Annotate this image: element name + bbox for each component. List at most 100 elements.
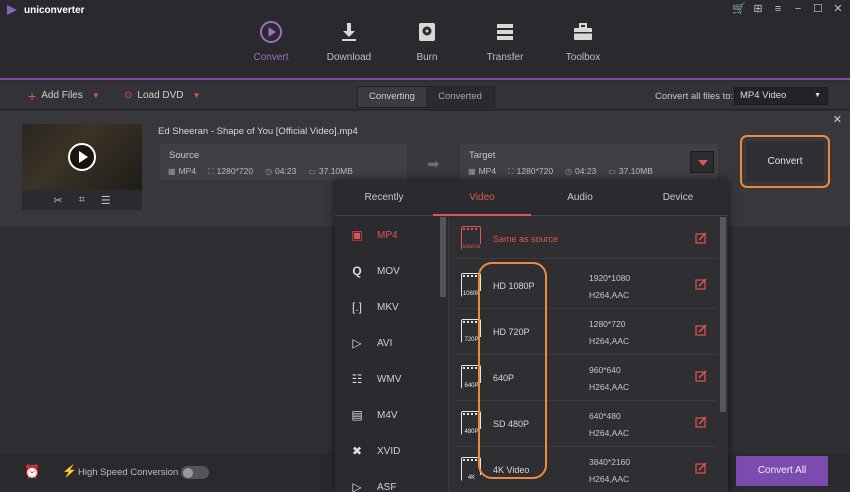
format-list: ▣ MP4 Q MOV [.] MKV ▷ AVI ☷ WMV ▤ M4V ✖ … [335, 217, 447, 492]
preset-resolution: 960*640 [589, 365, 621, 375]
tab-converting[interactable]: Converting [358, 87, 426, 107]
arrow-right-icon: ➡ [427, 156, 440, 173]
format-item-xvid[interactable]: ✖ XVID [335, 433, 447, 469]
preset-resolution: 1280*720 [589, 319, 626, 329]
edit-icon[interactable] [695, 232, 707, 244]
tab-converted[interactable]: Converted [426, 87, 494, 107]
trim-icon[interactable]: ✂ [53, 194, 62, 207]
nav-convert[interactable]: Convert [232, 20, 310, 63]
resolution-icon: ⛶ [208, 167, 214, 176]
logo-icon [7, 5, 17, 15]
convert-button[interactable]: Convert [746, 141, 824, 182]
close-window-icon[interactable]: ✕ [832, 2, 844, 16]
convert-all-to-label: Convert all files to: [655, 91, 734, 102]
preset-4k-video[interactable]: 4K 4K Video 3840*2160 H264,AAC [455, 447, 717, 492]
dvd-icon: ⊙ [124, 90, 133, 101]
brackets-icon: [.] [351, 300, 362, 314]
play-button[interactable] [68, 143, 96, 171]
adjust-icon[interactable]: ☰ [101, 194, 111, 207]
menu-icon[interactable]: ≡ [772, 2, 784, 16]
m4v-icon: ▤ [351, 408, 363, 422]
format-item-mkv[interactable]: [.] MKV [335, 289, 447, 325]
format-item-wmv[interactable]: ☷ WMV [335, 361, 447, 397]
nav-burn[interactable]: Burn [388, 20, 466, 63]
title-bar: uniconverter 🛒 ⊞ ≡ − ☐ ✕ Convert Downloa… [0, 0, 850, 80]
edit-icon[interactable] [695, 416, 707, 428]
preset-640p[interactable]: 640P 640P 960*640 H264,AAC [455, 355, 717, 401]
target-format: MP4 [478, 166, 497, 176]
main-nav: Convert Download Burn Transfer Toolbox [232, 20, 622, 63]
preset-name: SD 480P [493, 419, 530, 429]
target-format-dropdown[interactable] [690, 151, 714, 173]
format-item-mp4[interactable]: ▣ MP4 [335, 217, 447, 253]
format-list-scrollbar[interactable] [440, 217, 446, 297]
tab-device[interactable]: Device [629, 180, 727, 215]
account-icon[interactable]: ⊞ [752, 2, 764, 16]
tab-video[interactable]: Video [433, 180, 531, 216]
edit-tools: ✂ ⌗ ☰ [22, 190, 142, 210]
preset-sd-480p[interactable]: 480P SD 480P 640*480 H264,AAC [455, 401, 717, 447]
cart-icon[interactable]: 🛒 [732, 2, 746, 16]
load-dvd-button[interactable]: ⊙ Load DVD ▼ [124, 90, 200, 101]
video-thumbnail[interactable] [22, 124, 142, 190]
crop-icon[interactable]: ⌗ [79, 194, 85, 207]
source-size: 37.10MB [318, 166, 353, 176]
format-label: MOV [377, 265, 400, 277]
alarm-clock-icon[interactable]: ⏰ [24, 464, 40, 480]
target-info: Target ▦ MP4 ⛶ 1280*720 ◷ 04:23 ▭ 37.10MB [460, 144, 718, 180]
film-strip-icon: ▣ [351, 228, 363, 242]
nav-transfer[interactable]: Transfer [466, 20, 544, 63]
nav-download-label: Download [326, 52, 372, 63]
high-speed-toggle[interactable] [181, 466, 209, 479]
video-preset-icon: 1080P [461, 273, 481, 297]
clock-icon: ◷ [565, 167, 573, 176]
preset-hd-720p[interactable]: 720P HD 720P 1280*720 H264,AAC [455, 309, 717, 355]
format-item-mov[interactable]: Q MOV [335, 253, 447, 289]
resolution-icon: ⛶ [508, 167, 514, 176]
video-preset-icon: 4K [461, 457, 481, 481]
status-tabs: Converting Converted [357, 86, 495, 108]
quicktime-icon: Q [352, 264, 362, 278]
edit-icon[interactable] [695, 278, 707, 290]
target-label: Target [469, 150, 496, 161]
format-label: XVID [377, 445, 401, 457]
format-item-asf[interactable]: ▷ ASF [335, 469, 447, 492]
edit-icon[interactable] [695, 462, 707, 474]
format-popup: Recently Video Audio Device ▣ MP4 Q MOV … [335, 180, 728, 492]
format-label: MP4 [377, 229, 398, 241]
convert-button-highlight: Convert [740, 135, 830, 188]
play-circle-icon: ▷ [352, 336, 362, 350]
tab-recently[interactable]: Recently [335, 180, 433, 215]
plus-icon: + [28, 87, 37, 104]
preset-hd-1080p[interactable]: 1080P HD 1080P 1920*1080 H264,AAC [455, 263, 717, 309]
add-files-button[interactable]: + Add Files ▼ [28, 87, 100, 104]
high-speed-label: High Speed Conversion [78, 467, 179, 478]
maximize-icon[interactable]: ☐ [812, 2, 824, 16]
output-format-select[interactable]: MP4 Video ▼ [734, 87, 828, 105]
chevron-down-icon: ▼ [814, 92, 821, 99]
convert-all-button[interactable]: Convert All [736, 456, 828, 486]
preset-same-as-source[interactable]: source Same as source [455, 217, 717, 259]
nav-toolbox[interactable]: Toolbox [544, 20, 622, 63]
format-item-avi[interactable]: ▷ AVI [335, 325, 447, 361]
add-files-label: Add Files [41, 90, 83, 101]
chevron-down-icon[interactable]: ▼ [92, 91, 100, 100]
format-item-m4v[interactable]: ▤ M4V [335, 397, 447, 433]
preset-list-scrollbar[interactable] [720, 217, 726, 412]
minimize-icon[interactable]: − [792, 2, 804, 16]
tab-audio[interactable]: Audio [531, 180, 629, 215]
source-resolution: 1280*720 [216, 166, 254, 176]
nav-download[interactable]: Download [310, 20, 388, 63]
edit-icon[interactable] [695, 324, 707, 336]
app-logo: uniconverter [6, 4, 85, 16]
edit-icon[interactable] [695, 370, 707, 382]
burn-icon [419, 23, 435, 41]
lightning-icon: ⚡ [62, 464, 77, 478]
convert-icon [260, 21, 282, 43]
preset-name: HD 720P [493, 327, 530, 337]
xvid-icon: ✖ [351, 444, 363, 458]
preset-resolution: 3840*2160 [589, 457, 631, 467]
source-info: Source ▦ MP4 ⛶ 1280*720 ◷ 04:23 ▭ 37.10MB [160, 144, 407, 180]
chevron-down-icon[interactable]: ▼ [193, 91, 201, 100]
remove-item-icon[interactable]: ✕ [833, 113, 842, 126]
